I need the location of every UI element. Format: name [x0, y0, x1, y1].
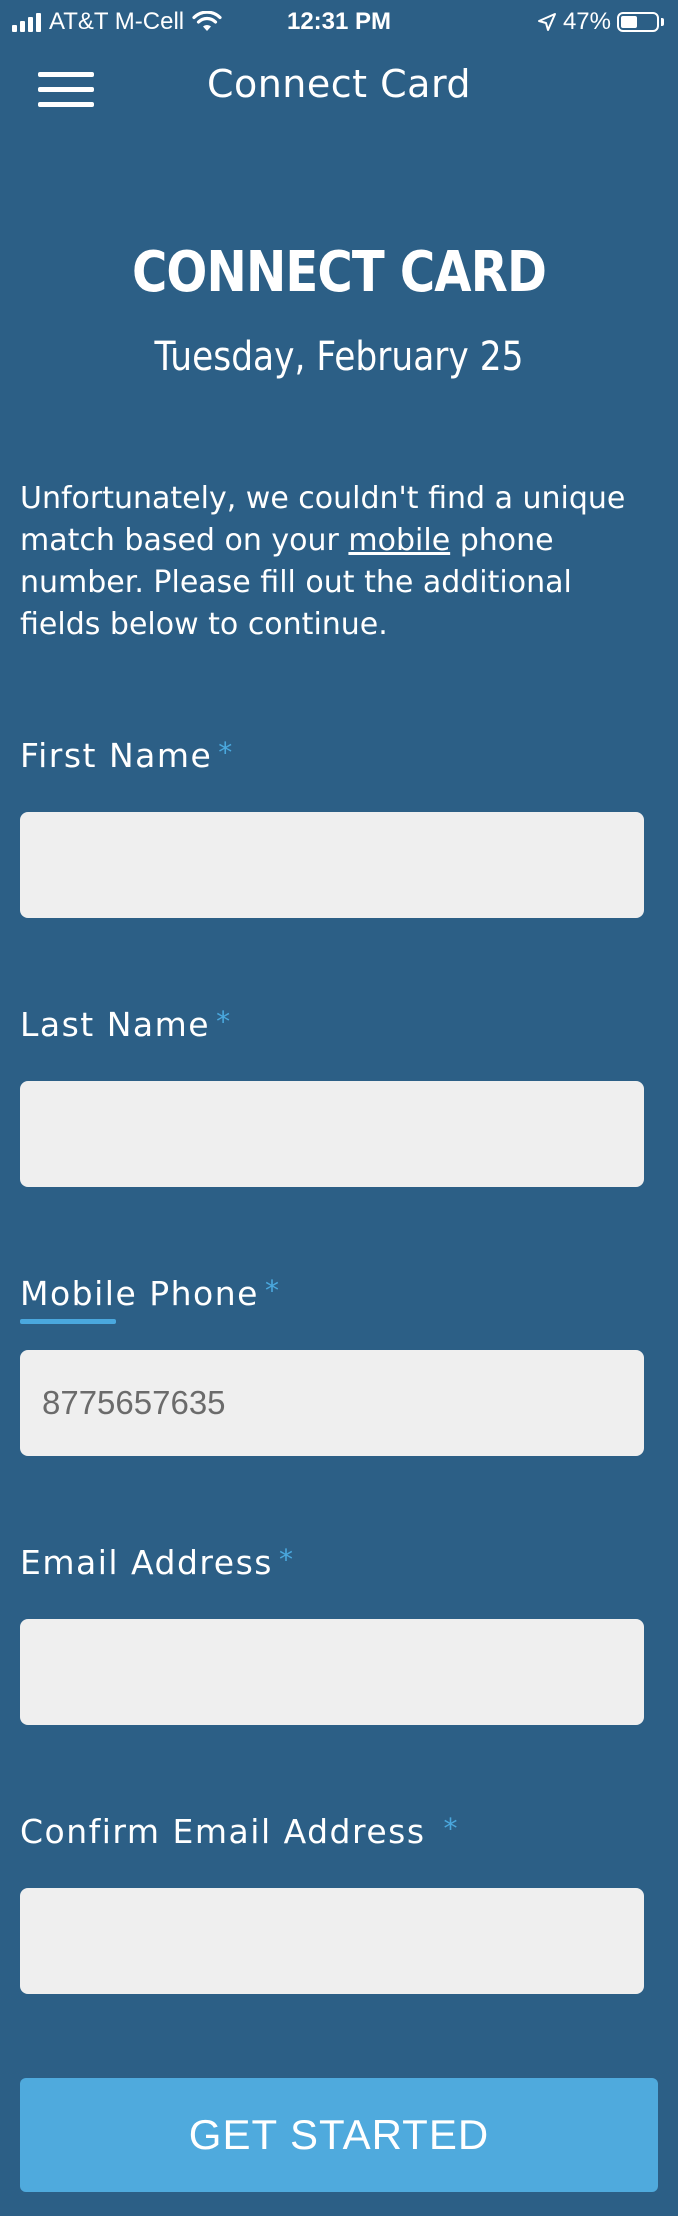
confirm-email-label: Confirm Email Address *	[20, 1812, 459, 1851]
last-name-label: Last Name *	[20, 1005, 232, 1044]
required-marker: *	[218, 736, 234, 769]
status-bar: AT&T M-Cell 12:31 PM 47%	[0, 0, 678, 44]
required-marker: *	[216, 1005, 232, 1038]
mobile-focus-underline	[20, 1319, 116, 1324]
first-name-input[interactable]	[20, 812, 644, 918]
required-marker: *	[443, 1812, 460, 1845]
location-arrow-icon	[537, 13, 556, 31]
first-name-label: First Name *	[20, 736, 234, 775]
last-name-label-text: Last Name	[20, 1005, 211, 1044]
intro-message: Unfortunately, we couldn't find a unique…	[20, 478, 660, 646]
last-name-input[interactable]	[20, 1081, 644, 1187]
mobile-link[interactable]: mobile	[348, 523, 450, 558]
nav-title: Connect Card	[206, 62, 472, 106]
mobile-phone-input[interactable]	[20, 1350, 644, 1456]
page-title: CONNECT CARD	[131, 240, 547, 305]
status-right: 47%	[537, 8, 664, 36]
mobile-phone-label: Mobile Phone *	[20, 1274, 280, 1313]
battery-level	[621, 16, 637, 28]
email-address-input[interactable]	[20, 1619, 644, 1725]
get-started-button[interactable]: GET STARTED	[20, 2078, 658, 2192]
first-name-label-text: First Name	[20, 736, 213, 775]
battery-icon	[617, 12, 659, 32]
required-marker: *	[278, 1543, 295, 1576]
confirm-email-label-text: Confirm Email Address	[20, 1812, 426, 1851]
page-date: Tuesday, February 25	[154, 334, 524, 380]
battery-cap	[661, 18, 664, 26]
required-marker: *	[264, 1274, 281, 1307]
battery-percent: 47%	[562, 8, 611, 35]
mobile-phone-label-text: Mobile Phone	[20, 1274, 259, 1313]
confirm-email-input[interactable]	[20, 1888, 644, 1994]
nav-bar: Connect Card	[0, 44, 678, 128]
email-address-label: Email Address *	[20, 1543, 294, 1582]
email-address-label-text: Email Address	[20, 1543, 273, 1582]
